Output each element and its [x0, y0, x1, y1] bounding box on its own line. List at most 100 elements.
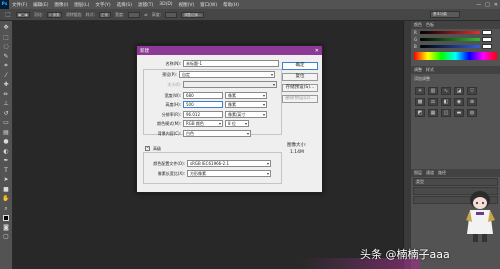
advanced-toggle[interactable]: ⌃ 高级 [145, 145, 161, 152]
threshold-icon[interactable]: ◫ [441, 109, 451, 117]
hue-saturation-icon[interactable]: ▩ [415, 98, 425, 106]
expand-icon[interactable]: ⌃ [145, 146, 150, 151]
clone-stamp-tool-icon[interactable]: ⊥ [2, 100, 10, 108]
width-unit-select[interactable]: 像素 [225, 92, 267, 99]
quick-select-tool-icon[interactable]: ✎ [2, 53, 10, 61]
tab-layers[interactable]: 图层 [414, 170, 422, 176]
slider-g-value[interactable] [482, 37, 492, 42]
layer-kind-filter[interactable]: 类型 [413, 178, 498, 186]
gradient-map-icon[interactable]: ▬ [454, 109, 464, 117]
preset-select[interactable]: 自定 [179, 71, 275, 78]
screen-mode-icon[interactable]: ▢ [2, 233, 10, 241]
slider-b[interactable]: B [411, 43, 500, 50]
maximize-icon[interactable]: □ [485, 2, 490, 8]
menu-filter[interactable]: 滤镜(T) [135, 2, 156, 8]
color-balance-icon[interactable]: ⚖ [428, 98, 438, 106]
blur-tool-icon[interactable]: ● [2, 138, 10, 146]
menu-window[interactable]: 窗口(W) [197, 2, 220, 8]
tab-adjustments[interactable]: 调整 [414, 67, 422, 73]
exposure-icon[interactable]: ◪ [454, 87, 464, 95]
levels-icon[interactable]: ▥ [428, 87, 438, 95]
tab-channels[interactable]: 通道 [426, 170, 434, 176]
menu-image[interactable]: 图像(I) [51, 2, 71, 8]
marquee-tool-icon[interactable]: ⬚ [4, 11, 12, 19]
photo-filter-icon[interactable]: ◉ [454, 98, 464, 106]
history-brush-tool-icon[interactable]: ↺ [2, 110, 10, 118]
save-preset-button[interactable]: 存储预设(S)... [282, 84, 318, 92]
feather-input[interactable]: 0 像素 [47, 11, 62, 18]
background-select[interactable]: 白色 [183, 130, 251, 137]
foreground-color-swatch[interactable] [2, 214, 10, 222]
menu-view[interactable]: 视图(V) [176, 2, 198, 8]
slider-r-value[interactable] [482, 30, 492, 35]
selection-mode-buttons[interactable]: ▣▢▣ [16, 11, 30, 18]
pen-tool-icon[interactable]: ✒ [2, 157, 10, 165]
height-input[interactable] [165, 11, 178, 18]
type-tool-icon[interactable]: T [2, 167, 10, 175]
reset-button[interactable]: 复位 [282, 73, 318, 81]
menu-3d[interactable]: 3D(D) [156, 2, 175, 7]
menu-type[interactable]: 文字(Y) [92, 2, 113, 8]
invert-icon[interactable]: ◩ [415, 109, 425, 117]
brightness-icon[interactable]: ☀ [415, 87, 425, 95]
resolution-input[interactable]: 96.012 [183, 111, 223, 118]
antialias-checkbox-label[interactable]: 消除锯齿 [66, 12, 82, 18]
refine-edge-button[interactable]: 调整边缘... [181, 11, 205, 18]
slider-r[interactable]: R [411, 29, 500, 36]
marquee-tool-icon[interactable]: ⬚ [2, 34, 10, 42]
tab-styles[interactable]: 样式 [426, 67, 434, 73]
close-icon[interactable]: ✕ [494, 2, 498, 8]
tab-swatches[interactable]: 色板 [426, 22, 434, 28]
eraser-tool-icon[interactable]: ▭ [2, 119, 10, 127]
name-input[interactable]: 未标题-1 [183, 60, 279, 67]
selective-color-icon[interactable]: ◍ [467, 109, 477, 117]
minimize-icon[interactable]: — [476, 2, 481, 8]
menu-select[interactable]: 选择(S) [114, 2, 135, 8]
menu-file[interactable]: 文件(F) [9, 2, 30, 8]
menu-help[interactable]: 帮助(H) [220, 2, 242, 8]
posterize-icon[interactable]: ▦ [428, 109, 438, 117]
colormode-select[interactable]: RGB 颜色 [183, 120, 223, 127]
lasso-tool-icon[interactable]: ◌ [2, 43, 10, 51]
curves-icon[interactable]: ∿ [441, 87, 451, 95]
profile-select[interactable]: sRGB IEC61966-2.1 [187, 160, 271, 167]
resolution-unit-select[interactable]: 像素/英寸 [225, 111, 267, 118]
size-label: 大小(I): [167, 81, 181, 87]
menu-edit[interactable]: 编辑(E) [30, 2, 51, 8]
crop-tool-icon[interactable]: ⌗ [2, 62, 10, 70]
move-tool-icon[interactable]: ✥ [2, 24, 10, 32]
vibrance-icon[interactable]: ▽ [467, 87, 477, 95]
slider-b-value[interactable] [482, 44, 492, 49]
dialog-close-icon[interactable]: ✕ [315, 48, 322, 54]
height-unit-select[interactable]: 像素 [225, 101, 267, 108]
slider-r-track[interactable] [420, 31, 480, 34]
width-input[interactable]: 680 [183, 92, 223, 99]
swap-icon[interactable]: ⇄ [144, 12, 147, 17]
brush-tool-icon[interactable]: ✏ [2, 91, 10, 99]
dodge-tool-icon[interactable]: ◐ [2, 148, 10, 156]
menu-layer[interactable]: 图层(L) [71, 2, 92, 8]
width-input[interactable] [128, 11, 141, 18]
quick-mask-icon[interactable]: ◙ [2, 224, 10, 232]
healing-brush-tool-icon[interactable]: ✚ [2, 81, 10, 89]
style-select[interactable]: 正常 [98, 11, 111, 18]
eyedropper-tool-icon[interactable]: ⁄ [2, 72, 10, 80]
gradient-tool-icon[interactable]: ▤ [2, 129, 10, 137]
tab-paths[interactable]: 路径 [438, 170, 446, 176]
slider-g-track[interactable] [420, 38, 480, 41]
tab-color[interactable]: 颜色 [414, 22, 422, 28]
ok-button[interactable]: 确定 [282, 62, 318, 70]
slider-g[interactable]: G [411, 36, 500, 43]
workspace-select[interactable]: 基本功能 [430, 11, 460, 18]
zoom-tool-icon[interactable]: ⌕ [2, 205, 10, 213]
channel-mixer-icon[interactable]: ⊕ [467, 98, 477, 106]
slider-b-track[interactable] [420, 45, 480, 48]
shape-tool-icon[interactable]: ■ [2, 186, 10, 194]
hand-tool-icon[interactable]: ✋ [2, 195, 10, 203]
color-spectrum[interactable] [414, 52, 497, 60]
bitdepth-select[interactable]: 8 位 [225, 120, 249, 127]
height-input[interactable]: 500 [183, 101, 223, 108]
path-select-tool-icon[interactable]: ➤ [2, 176, 10, 184]
pixel-aspect-select[interactable]: 方形像素 [187, 170, 271, 177]
black-white-icon[interactable]: ◧ [441, 98, 451, 106]
